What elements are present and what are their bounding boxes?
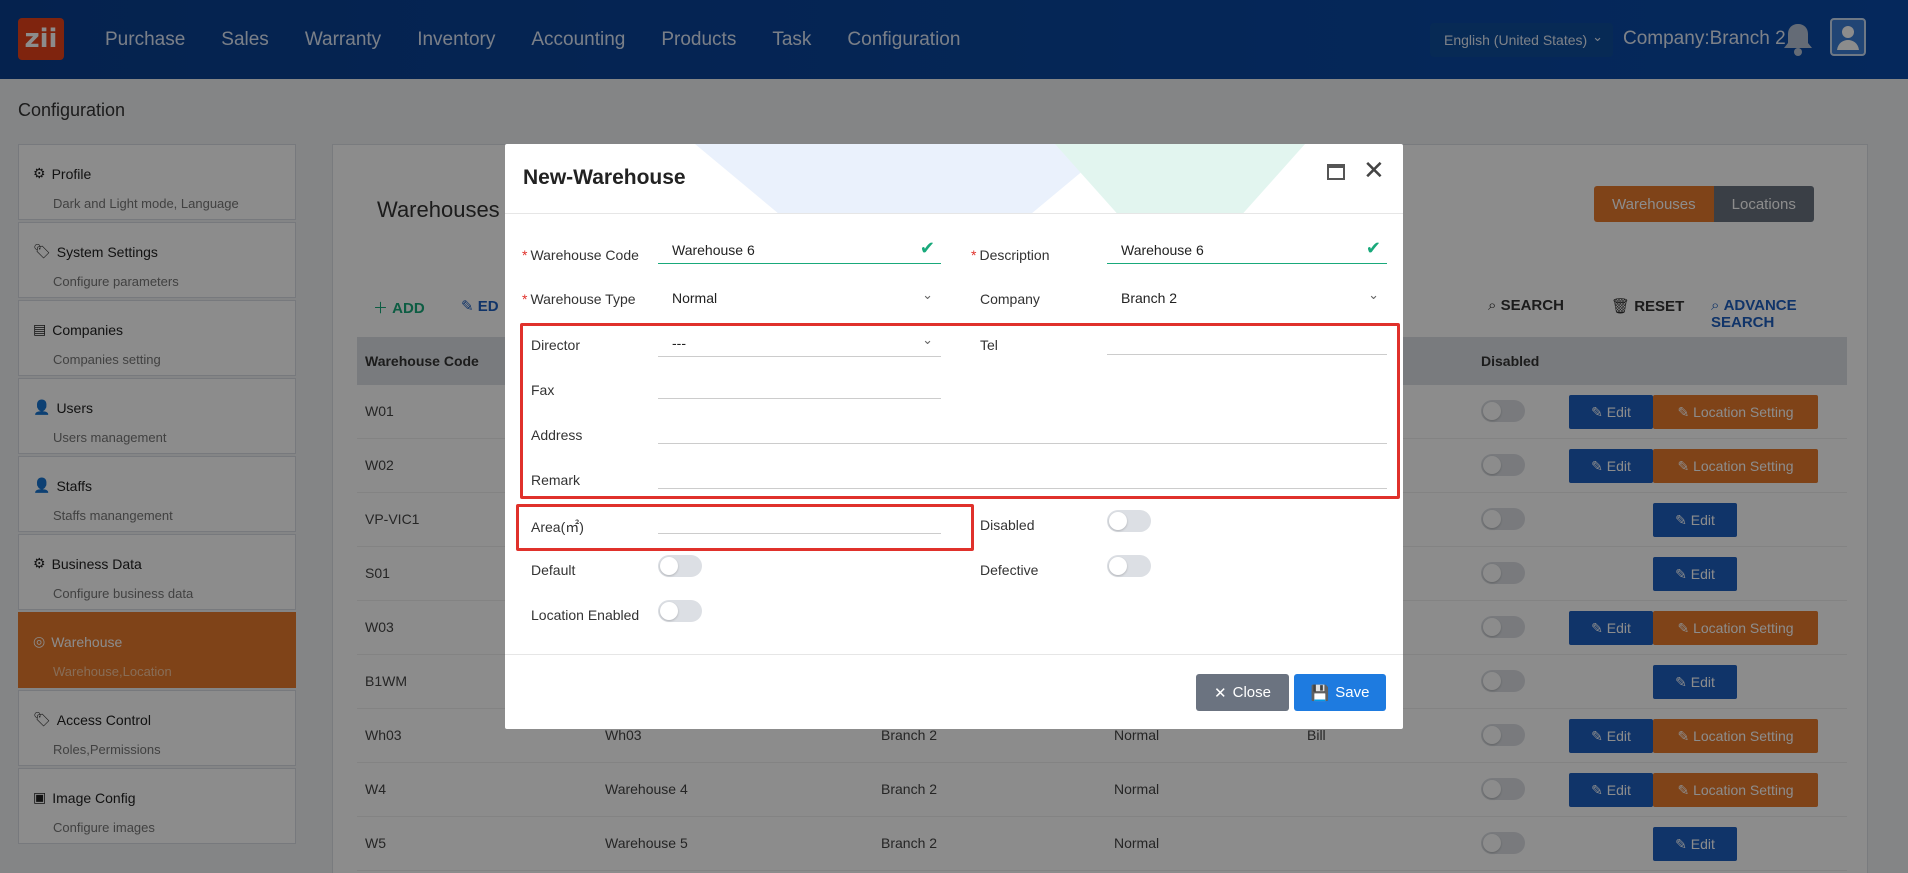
- area-input[interactable]: [658, 506, 941, 534]
- warehouse-code-input[interactable]: Warehouse 6 ✔: [658, 236, 941, 264]
- check-icon: ✔: [1365, 238, 1381, 259]
- address-input[interactable]: [658, 416, 1387, 444]
- fax-label: Fax: [531, 382, 555, 398]
- save-button[interactable]: 💾 Save: [1294, 674, 1386, 711]
- new-warehouse-dialog: New-Warehouse ✕ * Warehouse Code Warehous…: [505, 144, 1403, 729]
- director-label: Director: [531, 337, 581, 353]
- close-icon[interactable]: ✕: [1363, 156, 1385, 186]
- chevron-down-icon: ⌄: [922, 333, 933, 348]
- address-label: Address: [531, 427, 583, 443]
- header-decoration: [695, 144, 1115, 213]
- header-decoration: [1055, 144, 1305, 213]
- company-value: Branch 2: [1121, 290, 1178, 306]
- tel-input[interactable]: [1107, 327, 1387, 355]
- fax-input[interactable]: [658, 371, 941, 399]
- save-icon: 💾: [1310, 684, 1330, 702]
- default-toggle[interactable]: [658, 555, 702, 577]
- check-icon: ✔: [919, 238, 935, 259]
- defective-label: Defective: [980, 562, 1039, 578]
- description-value: Warehouse 6: [1121, 242, 1204, 258]
- dialog-header: New-Warehouse ✕: [505, 144, 1403, 214]
- close-button[interactable]: ✕ Close: [1196, 674, 1289, 711]
- close-icon: ✕: [1214, 684, 1227, 702]
- location-enabled-label: Location Enabled: [531, 607, 640, 623]
- company-label: Company: [980, 291, 1040, 307]
- defective-toggle[interactable]: [1107, 555, 1151, 577]
- disabled-toggle[interactable]: [1107, 510, 1151, 532]
- warehouse-code-label: * Warehouse Code: [522, 247, 639, 263]
- description-label: * Description: [971, 247, 1050, 263]
- remark-label: Remark: [531, 472, 581, 488]
- close-label: Close: [1232, 684, 1271, 701]
- warehouse-code-value: Warehouse 6: [672, 242, 755, 258]
- remark-input[interactable]: [658, 461, 1387, 489]
- disabled-label: Disabled: [980, 517, 1035, 533]
- dialog-title: New-Warehouse: [523, 166, 686, 189]
- warehouse-type-select[interactable]: Normal ⌄: [658, 284, 941, 312]
- save-label: Save: [1335, 684, 1370, 701]
- default-label: Default: [531, 562, 576, 578]
- location-enabled-toggle[interactable]: [658, 600, 702, 622]
- area-label: Area(㎡): [531, 519, 584, 535]
- maximize-icon[interactable]: [1327, 164, 1345, 180]
- chevron-down-icon: ⌄: [1368, 288, 1379, 303]
- warehouse-type-label: * Warehouse Type: [522, 291, 636, 307]
- director-select[interactable]: --- ⌄: [658, 329, 941, 357]
- director-value: ---: [672, 335, 686, 351]
- description-input[interactable]: Warehouse 6 ✔: [1107, 236, 1387, 264]
- dialog-footer-divider: [505, 654, 1403, 655]
- tel-label: Tel: [980, 337, 998, 353]
- warehouse-type-value: Normal: [672, 290, 718, 306]
- company-select[interactable]: Branch 2 ⌄: [1107, 284, 1387, 312]
- chevron-down-icon: ⌄: [922, 288, 933, 303]
